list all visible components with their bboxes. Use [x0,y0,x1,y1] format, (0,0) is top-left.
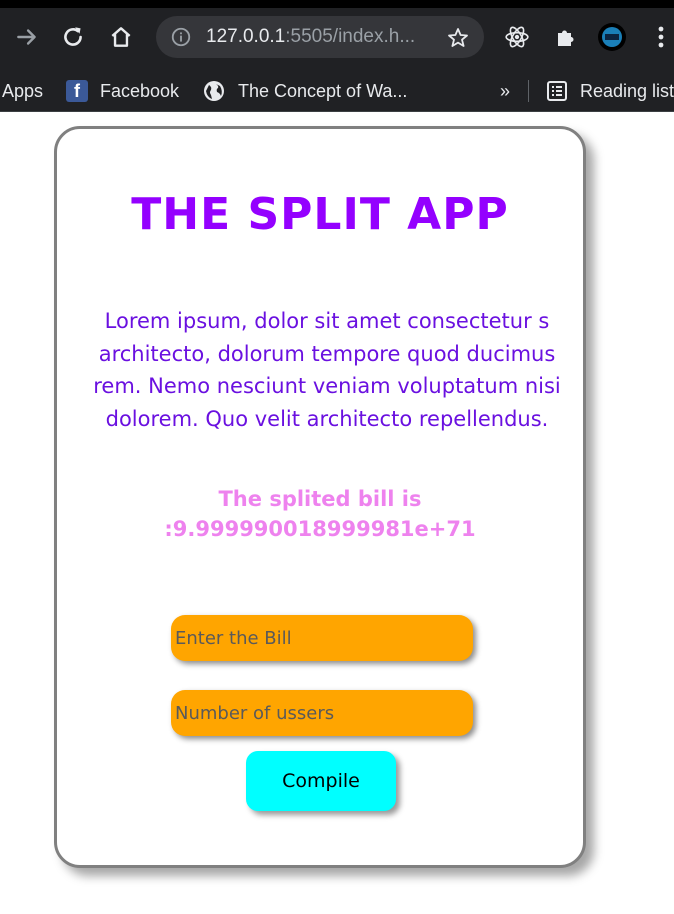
home-icon [111,27,131,47]
description-line: architecto, dolorum tempore quod ducimus [98,341,556,366]
reload-icon [64,27,82,46]
react-extension-icon [505,26,529,48]
menu-dots-icon [658,26,664,48]
profile-button[interactable] [597,22,627,52]
bookmark-facebook[interactable]: f Facebook [66,70,179,112]
split-app-card: THE SPLIT APP Lorem ipsum, dolor sit ame… [54,126,586,868]
home-button[interactable] [106,22,136,52]
star-icon[interactable] [446,26,470,50]
result-label: The splited bill is [218,487,422,511]
forward-button[interactable] [12,22,42,52]
url-text: 127.0.0.1:5505/index.h... [206,25,415,49]
facebook-icon: f [66,80,88,102]
url-path: :5505/index.h... [285,26,416,47]
address-bar[interactable]: 127.0.0.1:5505/index.h... [156,16,484,58]
tab-strip [0,0,674,8]
overflow-chevron-icon: » [500,80,511,101]
bookmarks-overflow-button[interactable]: » [500,70,510,112]
globe-icon [204,81,224,101]
result-value: :9.999990018999981e+71 [164,517,476,541]
reload-button[interactable] [58,22,88,52]
bookmark-apps[interactable]: Apps [2,70,43,112]
bookmark-apps-label: Apps [2,80,44,101]
description-line: Lorem ipsum, dolor sit amet consectetur … [104,309,550,333]
react-extension-button[interactable] [502,22,532,52]
reading-list-label: Reading list [580,80,674,101]
description-text: Lorem ipsum, dolor sit amet consectetur … [85,305,569,435]
bill-input[interactable] [171,615,473,661]
reading-list-icon [547,81,567,101]
url-host: 127.0.0.1 [206,26,286,47]
bookmarks-divider [528,80,529,102]
page-title: THE SPLIT APP [131,189,509,240]
users-count-input[interactable] [171,690,473,736]
reading-list-button[interactable]: Reading list [546,70,674,112]
extensions-button[interactable] [551,22,581,52]
bookmark-facebook-label: Facebook [100,80,180,101]
split-result: The splited bill is :9.999990018999981e+… [57,484,583,544]
profile-avatar-icon [598,23,626,51]
compile-button[interactable]: Compile [246,751,396,811]
browser-toolbar: 127.0.0.1:5505/index.h... [0,0,674,70]
extensions-puzzle-icon [558,30,574,46]
info-icon[interactable] [170,26,192,48]
bookmark-concept-of-wa[interactable]: The Concept of Wa... [202,70,407,112]
forward-icon [17,29,36,45]
description-line: rem. Nemo nesciunt veniam voluptatum nis… [93,374,561,398]
menu-button[interactable] [646,22,674,52]
bookmark-concept-of-wa-label: The Concept of Wa... [238,80,408,101]
description-line: dolorem. Quo velit architecto repellendu… [105,406,549,431]
bookmarks-bar: Apps f Facebook The Concept of Wa... » R… [0,70,674,112]
